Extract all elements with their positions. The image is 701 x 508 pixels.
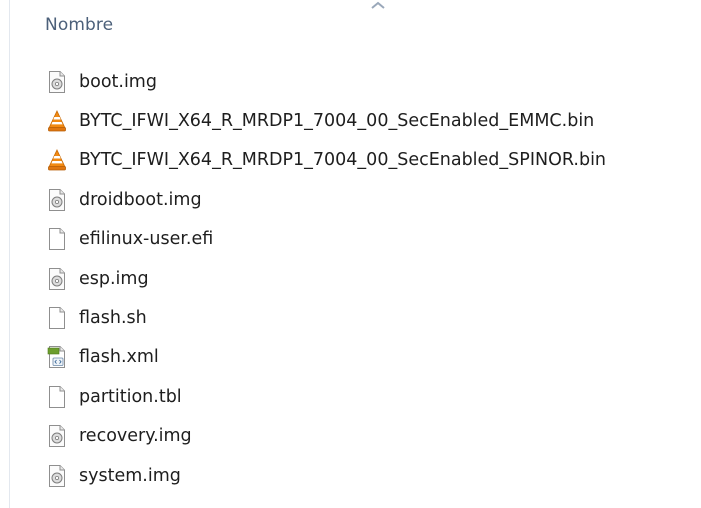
file-row[interactable]: boot.img (0, 62, 701, 101)
blank-file-icon (49, 307, 65, 330)
file-name[interactable]: flash.xml (79, 347, 159, 367)
disk-image-file-icon (49, 464, 65, 487)
file-row[interactable]: esp.img (0, 259, 701, 298)
column-header[interactable]: Nombre (10, 0, 701, 52)
blank-file-icon (49, 385, 65, 408)
file-name[interactable]: flash.sh (79, 308, 147, 328)
disk-image-file-icon (49, 70, 65, 93)
file-row[interactable]: BYTC_IFWI_X64_R_MRDP1_7004_00_SecEnabled… (0, 141, 701, 180)
file-row[interactable]: efilinux-user.efi (0, 220, 701, 259)
sort-ascending-icon (371, 1, 385, 9)
file-name[interactable]: efilinux-user.efi (79, 229, 213, 249)
file-row[interactable]: droidboot.img (0, 180, 701, 219)
file-name[interactable]: BYTC_IFWI_X64_R_MRDP1_7004_00_SecEnabled… (79, 111, 594, 131)
file-name[interactable]: droidboot.img (79, 190, 202, 210)
vlc-cone-file-icon (48, 149, 66, 171)
file-row[interactable]: BYTC_IFWI_X64_R_MRDP1_7004_00_SecEnabled… (0, 101, 701, 140)
file-row[interactable]: flash.sh (0, 298, 701, 337)
file-row[interactable]: flash.xml (0, 338, 701, 377)
file-row[interactable]: recovery.img (0, 417, 701, 456)
file-name[interactable]: esp.img (79, 269, 149, 289)
vlc-cone-file-icon (48, 110, 66, 132)
file-name[interactable]: BYTC_IFWI_X64_R_MRDP1_7004_00_SecEnabled… (79, 150, 606, 170)
name-column-header[interactable]: Nombre (45, 15, 113, 35)
xml-file-icon (47, 346, 65, 369)
explorer-file-pane: Nombre boot.img BYTC_IFWI_X64_R_MRDP1_70… (0, 0, 701, 508)
file-list: boot.img BYTC_IFWI_X64_R_MRDP1_7004_00_S… (0, 62, 701, 495)
disk-image-file-icon (49, 188, 65, 211)
disk-image-file-icon (49, 425, 65, 448)
file-row[interactable]: system.img (0, 456, 701, 495)
file-name[interactable]: system.img (79, 466, 181, 486)
blank-file-icon (49, 228, 65, 251)
disk-image-file-icon (49, 267, 65, 290)
file-row[interactable]: partition.tbl (0, 377, 701, 416)
file-name[interactable]: recovery.img (79, 426, 192, 446)
file-name[interactable]: boot.img (79, 72, 157, 92)
file-name[interactable]: partition.tbl (79, 387, 182, 407)
